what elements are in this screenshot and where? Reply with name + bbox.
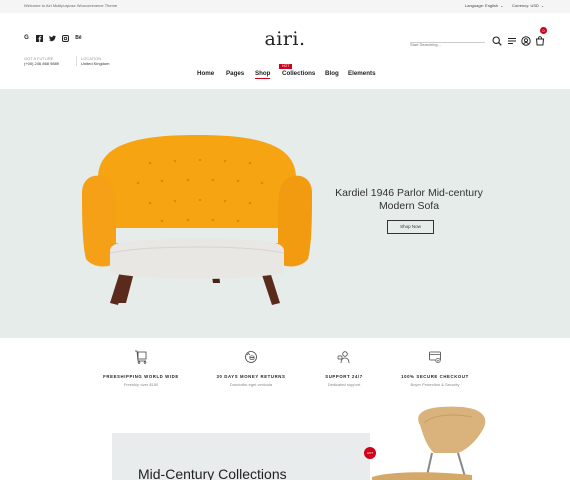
nav-item-collections[interactable]: Collections [282, 70, 315, 77]
hero-title: Kardiel 1946 Parlor Mid-century Modern S… [320, 187, 498, 213]
feature-freeshipping: FREESHIPPING WORLD WIDE Freeship over $1… [86, 350, 196, 387]
search-input[interactable] [410, 40, 485, 49]
features-strip: FREESHIPPING WORLD WIDE Freeship over $1… [0, 338, 570, 408]
nav-item-home[interactable]: Home [197, 70, 214, 77]
chevron-down-icon: ⌄ [540, 3, 545, 8]
hero-banner: Kardiel 1946 Parlor Mid-century Modern S… [0, 89, 570, 338]
contact-phone: GOT A FUTURE (+00) 246 868 9889 [24, 56, 59, 66]
cart-count-badge: 0 [540, 27, 547, 34]
delivery-icon [135, 350, 147, 364]
currency-selector[interactable]: Currency: USD ⌄ [512, 3, 544, 8]
money-return-icon [245, 351, 257, 363]
sofa-image [82, 135, 312, 305]
location-value: United Kingdom [81, 61, 110, 66]
search-icon[interactable] [492, 33, 502, 46]
phone-value[interactable]: (+00) 246 868 9889 [24, 61, 59, 66]
main-nav: Home Pages Shop Collections Blog Element… [0, 70, 570, 80]
cart-icon[interactable] [535, 33, 545, 46]
feature-subtitle: Buyer Protection & Security [410, 382, 460, 387]
chevron-down-icon: ⌄ [500, 3, 504, 8]
search-box[interactable] [410, 33, 485, 49]
user-account-icon[interactable] [521, 33, 531, 46]
nav-item-pages[interactable]: Pages [226, 70, 244, 77]
hot-badge: HOT [279, 64, 293, 69]
chair-image [372, 406, 486, 480]
language-selector[interactable]: Language: English ⌄ [465, 3, 504, 8]
secure-checkout-icon [429, 351, 441, 364]
shop-now-button[interactable]: Shop Now [387, 220, 434, 234]
feature-title: 100% SECURE CHECKOUT [401, 374, 469, 379]
menu-icon[interactable] [507, 33, 517, 44]
nav-item-blog[interactable]: Blog [325, 70, 339, 77]
promo-title[interactable]: Mid-Century Collections [138, 466, 287, 480]
nav-item-elements[interactable]: Elements [348, 70, 376, 77]
top-bar: Welcome to Airi Multipurpose Woocommerce… [0, 0, 570, 13]
currency-label: Currency: USD [512, 3, 539, 8]
hero-title-line2: Modern Sofa [378, 200, 440, 212]
feature-title: FREESHIPPING WORLD WIDE [103, 374, 179, 379]
welcome-text: Welcome to Airi Multipurpose Woocommerce… [24, 3, 118, 8]
hero-title-line1: Kardiel 1946 Parlor Mid-century [335, 187, 483, 199]
feature-subtitle: Freeship over $150 [123, 382, 159, 387]
language-label: Language: English [465, 3, 499, 8]
support-icon [337, 351, 350, 364]
nav-item-shop[interactable]: Shop [255, 70, 271, 79]
contact-location: LOCATION United Kingdom [76, 56, 109, 66]
collection-promo: Mid-Century Collections [112, 433, 370, 480]
feature-secure-checkout: 100% SECURE CHECKOUT Buyer Protection & … [380, 350, 490, 387]
